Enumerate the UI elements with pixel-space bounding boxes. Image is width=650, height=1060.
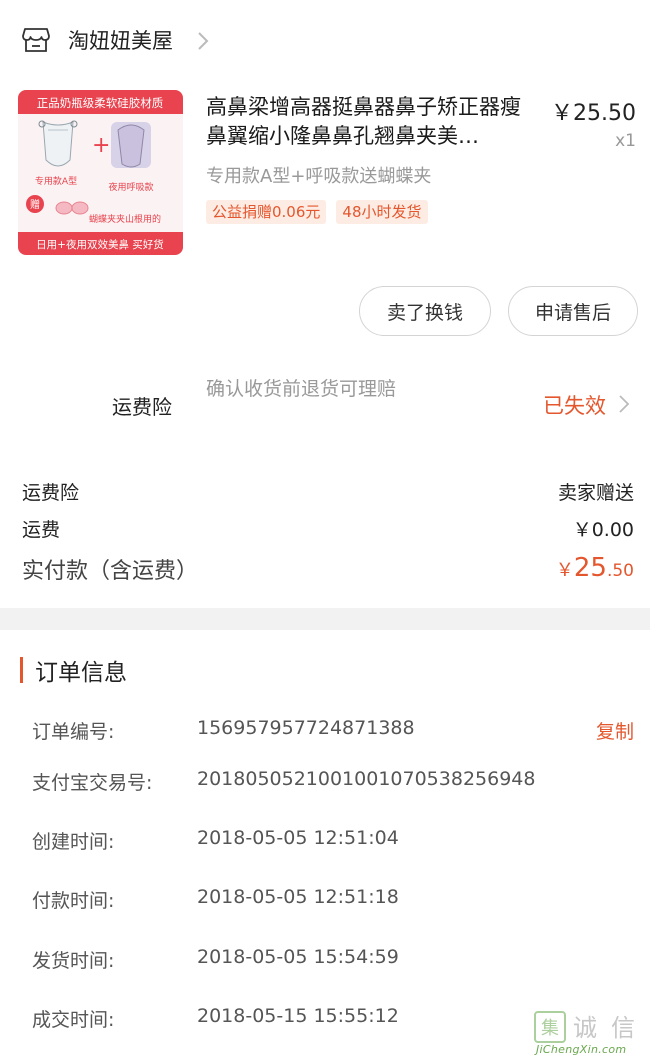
paid-time: 2018-05-05 12:51:18: [197, 886, 399, 908]
section-divider: [0, 608, 650, 630]
product-quantity: x1: [615, 131, 636, 151]
watermark-text: JiChengXin.com: [536, 1043, 627, 1056]
paid-amount: ￥25.50: [556, 553, 634, 585]
product-title[interactable]: 高鼻梁增高器挺鼻器鼻子矫正器瘦鼻翼缩小隆鼻鼻孔翘鼻夹美…: [206, 93, 541, 151]
completed-time: 2018-05-15 15:55:12: [197, 1005, 399, 1027]
fee-insurance-value: 卖家赠送: [557, 482, 634, 504]
shipping-insurance-status: 已失效: [543, 394, 606, 418]
fee-insurance-label: 运费险: [22, 482, 80, 504]
created-time: 2018-05-05 12:51:04: [197, 827, 399, 849]
product-spec: 专用款A型+呼吸款送蝴蝶夹: [206, 166, 432, 187]
info-key: 订单编号:: [32, 721, 115, 743]
paid-amount-label: 实付款（含运费）: [22, 559, 199, 584]
thumb-label-left: 专用款A型: [35, 175, 77, 187]
thumb-label-right: 夜用呼吸款: [108, 181, 153, 193]
chevron-right-icon: [619, 395, 630, 413]
order-number: 156957957724871388: [197, 717, 415, 739]
fee-shipping-value: ￥0.00: [572, 519, 634, 541]
product-image: 正品奶瓶级柔软硅胶材质 + 专用款A型 夜用呼吸款 赠 蝴蝶夹夹山根用的 日用+…: [18, 90, 183, 255]
fee-insurance-row: 运费险 卖家赠送: [22, 478, 634, 505]
order-info-header: 订单信息: [20, 655, 127, 686]
order-info-title: 订单信息: [35, 660, 127, 686]
fee-shipping-label: 运费: [22, 519, 61, 541]
accent-bar: [20, 657, 23, 683]
paid-decimal: .50: [606, 561, 634, 581]
shipping-time-tag: 48小时发货: [336, 200, 428, 224]
thumb-gift-badge: 赠: [30, 198, 40, 211]
info-key: 付款时间:: [32, 890, 115, 912]
shipping-insurance-row[interactable]: 运费险 确认收货前退货可理赔 已失效: [0, 362, 650, 452]
watermark-glyph-3: 信: [611, 1014, 635, 1042]
apply-aftersale-button[interactable]: 申请售后: [508, 286, 638, 336]
chevron-right-icon: [198, 32, 209, 50]
copy-button[interactable]: 复制: [596, 717, 634, 744]
fee-shipping-row: 运费 ￥0.00: [22, 515, 634, 542]
shipped-time: 2018-05-05 15:54:59: [197, 946, 399, 968]
shipping-insurance-description: 确认收货前退货可理赔: [206, 378, 397, 400]
product-price: ￥25.50: [551, 101, 636, 126]
info-key: 成交时间:: [32, 1009, 115, 1031]
product-tags: 公益捐赠0.06元 48小时发货: [206, 200, 428, 224]
info-key: 创建时间:: [32, 831, 115, 853]
info-key: 发货时间:: [32, 950, 115, 972]
charity-tag: 公益捐赠0.06元: [206, 200, 327, 224]
paid-integer: 25: [573, 553, 607, 583]
thumb-gift-caption: 蝴蝶夹夹山根用的: [89, 213, 161, 225]
store-icon: [22, 28, 50, 52]
thumb-banner-top: 正品奶瓶级柔软硅胶材质: [37, 96, 164, 110]
shop-name: 淘妞妞美屋: [68, 29, 173, 53]
product-thumbnail[interactable]: 正品奶瓶级柔软硅胶材质 + 专用款A型 夜用呼吸款 赠 蝴蝶夹夹山根用的 日用+…: [18, 90, 183, 255]
fee-paid-row: 实付款（含运费） ￥25.50: [22, 553, 634, 585]
watermark-glyph-2: 诚: [573, 1014, 597, 1042]
alipay-trade-number: 2018050521001001070538256948: [197, 768, 536, 790]
thumb-banner-bottom: 日用+夜用双效美鼻 买好货: [36, 238, 164, 251]
paid-currency: ￥: [555, 560, 574, 581]
sell-for-cash-button[interactable]: 卖了换钱: [359, 286, 491, 336]
shipping-insurance-label: 运费险: [112, 395, 172, 419]
info-key: 支付宝交易号:: [32, 772, 153, 794]
shop-header[interactable]: 淘妞妞美屋: [0, 0, 650, 82]
svg-text:+: +: [92, 133, 110, 158]
watermark-glyph-1: 集: [541, 1018, 559, 1039]
